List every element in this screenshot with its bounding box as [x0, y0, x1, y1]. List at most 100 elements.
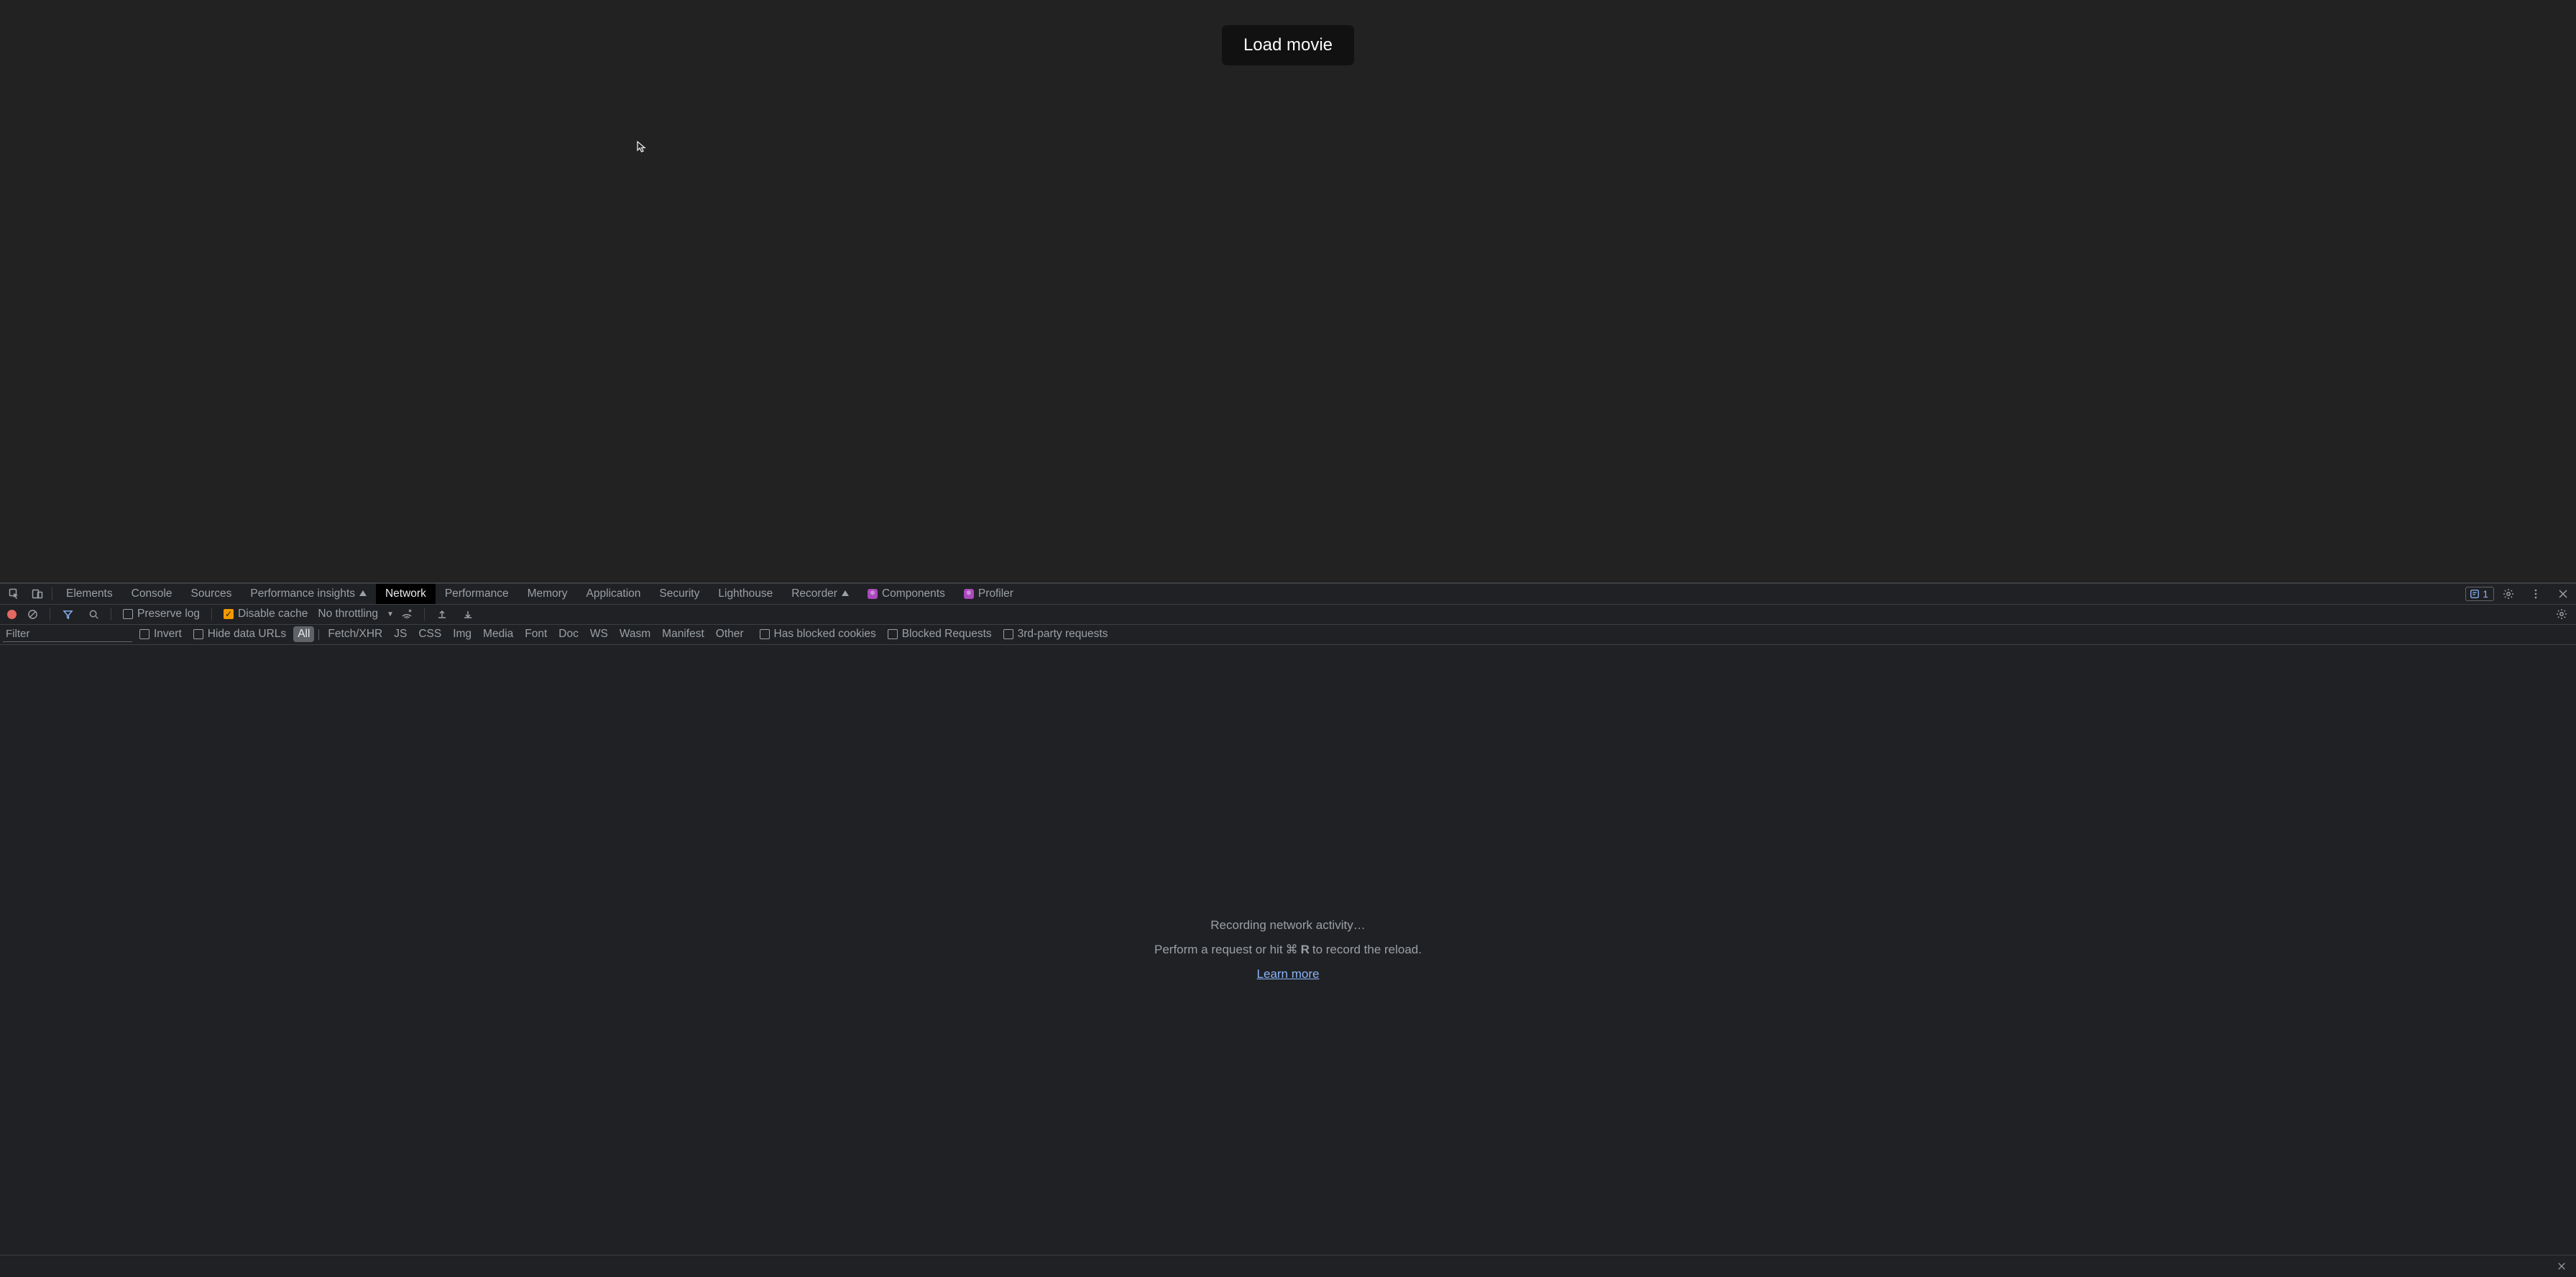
tab-label: Lighthouse	[718, 587, 773, 600]
tab-react-profiler[interactable]: ⚛ Profiler	[954, 584, 1023, 604]
mouse-cursor-icon	[637, 141, 647, 152]
type-chip-wasm[interactable]: Wasm	[615, 626, 655, 642]
network-filter-row: Invert Hide data URLs All Fetch/XHR JS C…	[0, 625, 2576, 645]
tab-recorder[interactable]: Recorder	[782, 584, 858, 604]
tab-lighthouse[interactable]: Lighthouse	[709, 584, 782, 604]
tab-label: Application	[586, 587, 641, 600]
throttling-dropdown[interactable]: No throttling ▼	[318, 608, 393, 621]
shortcut-key: R	[1301, 943, 1310, 957]
react-icon: ⚛	[964, 589, 974, 599]
type-chip-ws[interactable]: WS	[586, 626, 612, 642]
has-blocked-cookies-checkbox[interactable]: Has blocked cookies	[760, 628, 876, 641]
device-toolbar-icon[interactable]	[27, 585, 47, 603]
type-chip-img[interactable]: Img	[448, 626, 476, 642]
tab-memory[interactable]: Memory	[518, 584, 577, 604]
devtools-panel: Elements Console Sources Performance ins…	[0, 582, 2576, 1277]
experiment-icon	[842, 590, 849, 596]
type-chip-manifest[interactable]: Manifest	[658, 626, 709, 642]
checkbox-icon	[760, 629, 770, 639]
close-icon[interactable]	[2552, 1257, 2572, 1276]
tab-label: Profiler	[978, 587, 1013, 600]
close-icon[interactable]	[2553, 585, 2573, 603]
third-party-requests-checkbox[interactable]: 3rd-party requests	[1003, 628, 1108, 641]
checkbox-label: Blocked Requests	[902, 628, 992, 641]
checkbox-label: Hide data URLs	[208, 628, 286, 641]
empty-heading: Recording network activity…	[1210, 918, 1365, 933]
clear-icon[interactable]	[22, 605, 42, 623]
checkbox-label: Preserve log	[137, 608, 200, 621]
network-settings-icon[interactable]	[2552, 605, 2572, 623]
type-chip-fetch-xhr[interactable]: Fetch/XHR	[323, 626, 387, 642]
disable-cache-checkbox[interactable]: Disable cache	[224, 608, 308, 621]
tab-react-components[interactable]: ⚛Components	[858, 584, 954, 604]
tab-label: Network	[385, 587, 426, 600]
export-har-icon[interactable]	[458, 605, 478, 623]
tab-application[interactable]: Application	[577, 584, 650, 604]
type-chip-other[interactable]: Other	[712, 626, 748, 642]
page-viewport: Load movie	[0, 0, 2576, 582]
more-vertical-icon[interactable]	[2526, 585, 2546, 603]
preserve-log-checkbox[interactable]: Preserve log	[123, 608, 200, 621]
shortcut-modifier: ⌘	[1286, 943, 1298, 957]
load-movie-button[interactable]: Load movie	[1222, 25, 1354, 65]
learn-more-link[interactable]: Learn more	[1257, 967, 1320, 981]
react-icon: ⚛	[868, 589, 878, 599]
empty-subtext-pre: Perform a request or hit	[1154, 943, 1283, 957]
chevron-down-icon: ▼	[387, 610, 394, 618]
checkbox-label: Disable cache	[238, 608, 308, 621]
checkbox-icon	[139, 629, 150, 639]
empty-subtext: Perform a request or hit ⌘ R to record t…	[1154, 943, 1422, 957]
tab-label: Elements	[66, 587, 113, 600]
checkbox-icon	[224, 609, 234, 619]
issues-badge[interactable]: 1	[2465, 587, 2494, 601]
checkbox-icon	[123, 609, 133, 619]
record-button[interactable]	[7, 610, 17, 619]
type-chip-media[interactable]: Media	[479, 626, 518, 642]
network-toolbar: Preserve log Disable cache No throttling…	[0, 605, 2576, 625]
tab-elements[interactable]: Elements	[57, 584, 122, 604]
tab-network[interactable]: Network	[376, 584, 436, 604]
devtools-tabs-row: Elements Console Sources Performance ins…	[0, 584, 2576, 605]
blocked-requests-checkbox[interactable]: Blocked Requests	[888, 628, 992, 641]
divider	[318, 629, 319, 640]
type-chip-css[interactable]: CSS	[414, 626, 446, 642]
checkbox-label: Has blocked cookies	[774, 628, 876, 641]
tab-security[interactable]: Security	[650, 584, 709, 604]
divider	[211, 608, 212, 621]
invert-checkbox[interactable]: Invert	[139, 628, 182, 641]
tab-label: Memory	[528, 587, 568, 600]
filter-input[interactable]	[3, 626, 132, 642]
inspect-element-icon[interactable]	[4, 585, 24, 603]
divider	[424, 608, 425, 621]
tab-performance-insights[interactable]: Performance insights	[241, 584, 376, 604]
empty-subtext-post: to record the reload.	[1312, 943, 1422, 957]
import-har-icon[interactable]	[432, 605, 452, 623]
hide-data-urls-checkbox[interactable]: Hide data URLs	[193, 628, 286, 641]
type-chip-js[interactable]: JS	[390, 626, 411, 642]
settings-icon[interactable]	[2498, 585, 2518, 603]
checkbox-label: 3rd-party requests	[1018, 628, 1108, 641]
tab-label: Recorder	[791, 587, 837, 600]
experiment-icon	[359, 590, 367, 596]
checkbox-icon	[888, 629, 898, 639]
search-icon[interactable]	[83, 605, 104, 623]
type-chip-doc[interactable]: Doc	[554, 626, 583, 642]
issues-count: 1	[2483, 588, 2488, 600]
tab-console[interactable]: Console	[122, 584, 182, 604]
tab-label: Console	[132, 587, 172, 600]
tab-performance[interactable]: Performance	[436, 584, 518, 604]
type-chip-font[interactable]: Font	[520, 626, 551, 642]
tab-label: Performance	[445, 587, 509, 600]
tab-label: Performance insights	[250, 587, 355, 600]
tab-sources[interactable]: Sources	[182, 584, 242, 604]
network-empty-state: Recording network activity… Perform a re…	[0, 645, 2576, 1255]
tab-label: Security	[659, 587, 699, 600]
throttling-label: No throttling	[318, 608, 378, 621]
tab-label: Sources	[191, 587, 232, 600]
checkbox-label: Invert	[154, 628, 182, 641]
checkbox-icon	[1003, 629, 1013, 639]
network-conditions-icon[interactable]	[397, 605, 417, 623]
type-chip-all[interactable]: All	[293, 626, 314, 642]
checkbox-icon	[193, 629, 203, 639]
filter-icon[interactable]	[58, 605, 78, 623]
